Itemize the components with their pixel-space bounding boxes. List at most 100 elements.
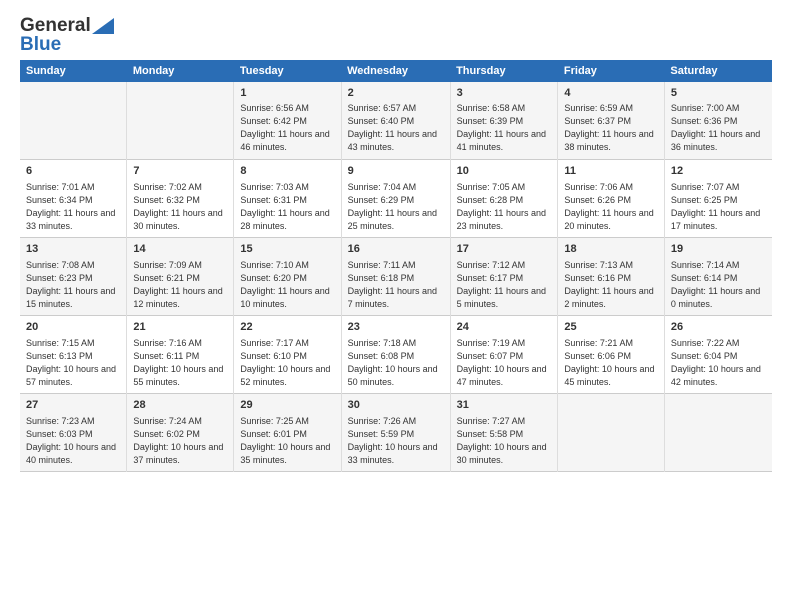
day-cell: 18 Sunrise: 7:13 AM Sunset: 6:16 PM Dayli… [558, 238, 664, 316]
day-content: Sunrise: 7:16 AM Sunset: 6:11 PM Dayligh… [133, 337, 227, 389]
col-header-friday: Friday [558, 60, 664, 82]
col-header-wednesday: Wednesday [341, 60, 450, 82]
day-content: Sunrise: 7:27 AM Sunset: 5:58 PM Dayligh… [457, 415, 552, 467]
day-number: 3 [457, 86, 552, 101]
day-cell: 5Sunrise: 7:00 AM Sunset: 6:36 PM Daylig… [664, 82, 772, 160]
day-cell [20, 82, 127, 160]
week-row-4: 20 Sunrise: 7:15 AM Sunset: 6:13 PM Dayli… [20, 316, 772, 394]
day-cell [127, 82, 234, 160]
day-number: 15 [240, 242, 334, 257]
day-content: Sunrise: 7:12 AM Sunset: 6:17 PM Dayligh… [457, 259, 552, 311]
day-content: Sunrise: 7:03 AM Sunset: 6:31 PM Dayligh… [240, 181, 334, 233]
day-content: Sunrise: 7:02 AM Sunset: 6:32 PM Dayligh… [133, 181, 227, 233]
day-cell: 31 Sunrise: 7:27 AM Sunset: 5:58 PM Dayli… [450, 394, 558, 472]
col-header-monday: Monday [127, 60, 234, 82]
day-content: Sunrise: 6:57 AM Sunset: 6:40 PM Dayligh… [348, 102, 444, 154]
day-content: Sunrise: 6:59 AM Sunset: 6:37 PM Dayligh… [564, 102, 657, 154]
day-cell [664, 394, 772, 472]
day-number: 18 [564, 242, 657, 257]
day-cell: 2Sunrise: 6:57 AM Sunset: 6:40 PM Daylig… [341, 82, 450, 160]
day-content: Sunrise: 7:01 AM Sunset: 6:34 PM Dayligh… [26, 181, 120, 233]
page-container: General Blue SundayMondayTuesdayWednesda… [0, 0, 792, 482]
day-number: 5 [671, 86, 766, 101]
logo-icon [92, 18, 114, 34]
day-cell: 20 Sunrise: 7:15 AM Sunset: 6:13 PM Dayli… [20, 316, 127, 394]
day-content: Sunrise: 7:11 AM Sunset: 6:18 PM Dayligh… [348, 259, 444, 311]
day-number: 16 [348, 242, 444, 257]
week-row-5: 27 Sunrise: 7:23 AM Sunset: 6:03 PM Dayli… [20, 394, 772, 472]
day-number: 9 [348, 164, 444, 179]
day-cell: 15 Sunrise: 7:10 AM Sunset: 6:20 PM Dayli… [234, 238, 341, 316]
week-row-3: 13Sunrise: 7:08 AM Sunset: 6:23 PM Dayli… [20, 238, 772, 316]
day-cell: 9 Sunrise: 7:04 AM Sunset: 6:29 PM Daylig… [341, 160, 450, 238]
week-row-2: 6 Sunrise: 7:01 AM Sunset: 6:34 PM Daylig… [20, 160, 772, 238]
day-cell: 23Sunrise: 7:18 AM Sunset: 6:08 PM Dayli… [341, 316, 450, 394]
day-number: 24 [457, 320, 552, 335]
day-cell: 19 Sunrise: 7:14 AM Sunset: 6:14 PM Dayli… [664, 238, 772, 316]
day-content: Sunrise: 7:09 AM Sunset: 6:21 PM Dayligh… [133, 259, 227, 311]
col-header-saturday: Saturday [664, 60, 772, 82]
day-number: 2 [348, 86, 444, 101]
day-number: 6 [26, 164, 120, 179]
day-content: Sunrise: 7:15 AM Sunset: 6:13 PM Dayligh… [26, 337, 120, 389]
day-number: 31 [457, 398, 552, 413]
day-number: 27 [26, 398, 120, 413]
day-cell: 1Sunrise: 6:56 AM Sunset: 6:42 PM Daylig… [234, 82, 341, 160]
day-number: 19 [671, 242, 766, 257]
day-content: Sunrise: 7:17 AM Sunset: 6:10 PM Dayligh… [240, 337, 334, 389]
day-number: 17 [457, 242, 552, 257]
day-number: 14 [133, 242, 227, 257]
day-content: Sunrise: 7:22 AM Sunset: 6:04 PM Dayligh… [671, 337, 766, 389]
day-cell: 12 Sunrise: 7:07 AM Sunset: 6:25 PM Dayli… [664, 160, 772, 238]
day-cell: 3Sunrise: 6:58 AM Sunset: 6:39 PM Daylig… [450, 82, 558, 160]
day-content: Sunrise: 7:13 AM Sunset: 6:16 PM Dayligh… [564, 259, 657, 311]
day-number: 30 [348, 398, 444, 413]
day-number: 26 [671, 320, 766, 335]
day-content: Sunrise: 7:21 AM Sunset: 6:06 PM Dayligh… [564, 337, 657, 389]
col-header-tuesday: Tuesday [234, 60, 341, 82]
day-number: 1 [240, 86, 334, 101]
day-content: Sunrise: 7:04 AM Sunset: 6:29 PM Dayligh… [348, 181, 444, 233]
day-number: 25 [564, 320, 657, 335]
week-row-1: 1Sunrise: 6:56 AM Sunset: 6:42 PM Daylig… [20, 82, 772, 160]
day-cell: 22Sunrise: 7:17 AM Sunset: 6:10 PM Dayli… [234, 316, 341, 394]
day-cell: 17 Sunrise: 7:12 AM Sunset: 6:17 PM Dayli… [450, 238, 558, 316]
day-cell: 27 Sunrise: 7:23 AM Sunset: 6:03 PM Dayli… [20, 394, 127, 472]
day-cell: 8 Sunrise: 7:03 AM Sunset: 6:31 PM Daylig… [234, 160, 341, 238]
day-cell: 29 Sunrise: 7:25 AM Sunset: 6:01 PM Dayli… [234, 394, 341, 472]
day-number: 7 [133, 164, 227, 179]
day-cell: 6 Sunrise: 7:01 AM Sunset: 6:34 PM Daylig… [20, 160, 127, 238]
day-content: Sunrise: 7:05 AM Sunset: 6:28 PM Dayligh… [457, 181, 552, 233]
day-cell: 7 Sunrise: 7:02 AM Sunset: 6:32 PM Daylig… [127, 160, 234, 238]
day-content: Sunrise: 7:25 AM Sunset: 6:01 PM Dayligh… [240, 415, 334, 467]
logo: General Blue [20, 16, 114, 56]
day-content: Sunrise: 7:14 AM Sunset: 6:14 PM Dayligh… [671, 259, 766, 311]
day-number: 20 [26, 320, 120, 335]
day-cell: 4Sunrise: 6:59 AM Sunset: 6:37 PM Daylig… [558, 82, 664, 160]
day-cell: 21Sunrise: 7:16 AM Sunset: 6:11 PM Dayli… [127, 316, 234, 394]
day-content: Sunrise: 7:23 AM Sunset: 6:03 PM Dayligh… [26, 415, 120, 467]
day-cell: 14 Sunrise: 7:09 AM Sunset: 6:21 PM Dayli… [127, 238, 234, 316]
day-number: 13 [26, 242, 120, 257]
header: General Blue [20, 16, 772, 56]
day-content: Sunrise: 7:07 AM Sunset: 6:25 PM Dayligh… [671, 181, 766, 233]
logo-blue: Blue [20, 35, 61, 56]
day-number: 11 [564, 164, 657, 179]
day-number: 4 [564, 86, 657, 101]
day-cell: 16 Sunrise: 7:11 AM Sunset: 6:18 PM Dayli… [341, 238, 450, 316]
day-cell: 10 Sunrise: 7:05 AM Sunset: 6:28 PM Dayli… [450, 160, 558, 238]
day-content: Sunrise: 7:24 AM Sunset: 6:02 PM Dayligh… [133, 415, 227, 467]
day-number: 10 [457, 164, 552, 179]
day-number: 12 [671, 164, 766, 179]
day-number: 29 [240, 398, 334, 413]
day-content: Sunrise: 7:10 AM Sunset: 6:20 PM Dayligh… [240, 259, 334, 311]
calendar-table: SundayMondayTuesdayWednesdayThursdayFrid… [20, 60, 772, 473]
header-row: SundayMondayTuesdayWednesdayThursdayFrid… [20, 60, 772, 82]
day-cell: 13Sunrise: 7:08 AM Sunset: 6:23 PM Dayli… [20, 238, 127, 316]
day-number: 8 [240, 164, 334, 179]
day-cell: 26 Sunrise: 7:22 AM Sunset: 6:04 PM Dayli… [664, 316, 772, 394]
day-cell: 28Sunrise: 7:24 AM Sunset: 6:02 PM Dayli… [127, 394, 234, 472]
day-content: Sunrise: 7:26 AM Sunset: 5:59 PM Dayligh… [348, 415, 444, 467]
day-cell: 30 Sunrise: 7:26 AM Sunset: 5:59 PM Dayli… [341, 394, 450, 472]
day-content: Sunrise: 6:56 AM Sunset: 6:42 PM Dayligh… [240, 102, 334, 154]
